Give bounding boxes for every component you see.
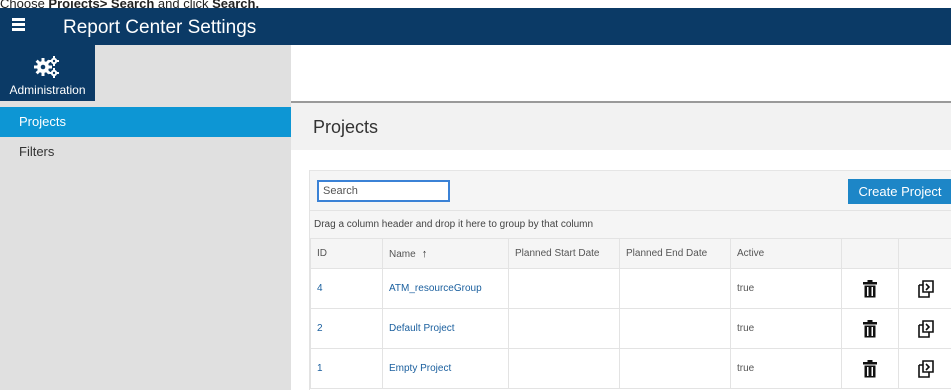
copy-icon[interactable] [916,359,936,379]
cell-name[interactable]: Empty Project [382,348,509,389]
grid-toolbar: Create Project [310,170,951,210]
cell-active: true [730,308,842,349]
cell-copy [898,348,951,389]
projects-panel: Create Project Drag a column header and … [309,170,951,390]
copy-icon[interactable] [916,319,936,339]
column-header-planned-start-date[interactable]: Planned Start Date [508,238,620,269]
table-header-row: ID Name ↑ Planned Start Date Planned End … [310,238,951,269]
gears-icon [34,56,59,78]
table-row[interactable]: 4 ATM_resourceGroup true [310,268,951,309]
app-root: Choose Projects> Search and click Search… [0,0,951,390]
instruction-caption: Choose Projects> Search and click Search… [0,0,259,11]
cell-copy [898,268,951,309]
sidebar: Projects Filters [0,101,291,390]
column-header-copy [898,238,951,269]
search-input[interactable] [317,180,450,202]
cell-delete [841,268,899,309]
admin-strip: Administration [0,45,291,101]
trash-icon[interactable] [860,359,880,379]
cell-planned-end [619,308,731,349]
column-header-planned-end-date[interactable]: Planned End Date [619,238,731,269]
cell-planned-start [508,348,620,389]
cell-id[interactable]: 4 [310,268,383,309]
projects-table: ID Name ↑ Planned Start Date Planned End … [310,238,951,389]
cell-active: true [730,268,842,309]
cell-id[interactable]: 1 [310,348,383,389]
top-bar: Report Center Settings [0,8,951,45]
hamburger-menu-icon[interactable] [12,18,30,34]
column-header-active[interactable]: Active [730,238,842,269]
sort-ascending-icon: ↑ [421,247,428,260]
table-row[interactable]: 1 Empty Project true [310,348,951,389]
copy-icon[interactable] [916,279,936,299]
trash-icon[interactable] [860,279,880,299]
cell-delete [841,348,899,389]
administration-label: Administration [9,83,86,97]
trash-icon[interactable] [860,319,880,339]
group-by-drop-zone[interactable]: Drag a column header and drop it here to… [310,210,951,238]
cell-planned-end [619,268,731,309]
column-header-name-label: Name [389,248,416,260]
sidebar-item-projects[interactable]: Projects [0,107,291,137]
cell-planned-start [508,268,620,309]
column-header-name[interactable]: Name ↑ [382,238,509,269]
cell-planned-start [508,308,620,349]
page-title: Projects [313,117,379,137]
cell-delete [841,308,899,349]
column-header-delete [841,238,899,269]
cell-copy [898,308,951,349]
cell-name[interactable]: Default Project [382,308,509,349]
administration-tile[interactable]: Administration [0,45,95,101]
cell-name[interactable]: ATM_resourceGroup [382,268,509,309]
app-title: Report Center Settings [63,17,257,38]
cell-active: true [730,348,842,389]
table-row[interactable]: 2 Default Project true [310,308,951,349]
column-header-id[interactable]: ID [310,238,383,269]
page-header: Projects [291,103,951,150]
header-area [291,45,951,101]
sidebar-item-filters[interactable]: Filters [0,137,291,167]
cell-id[interactable]: 2 [310,308,383,349]
cell-planned-end [619,348,731,389]
create-project-button[interactable]: Create Project [848,179,951,204]
